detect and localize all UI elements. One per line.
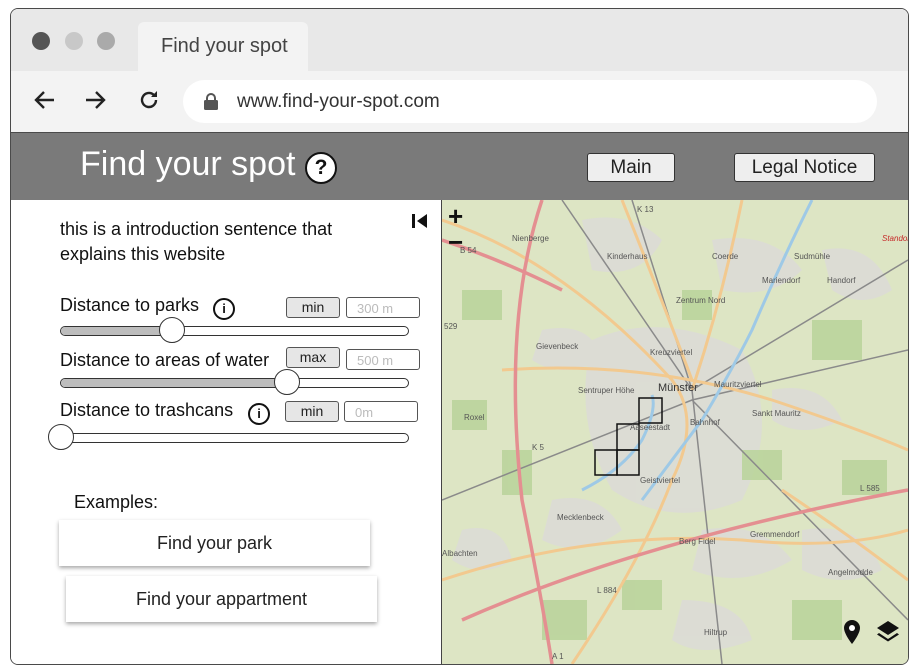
map-place-label: Gremmendorf (750, 530, 800, 539)
map-place-label: Mauritzviertel (714, 380, 762, 389)
browser-navbar: www.find-your-spot.com (11, 71, 908, 132)
filter-label: Distance to parks (60, 295, 200, 315)
map-place-label: Angelmodde (828, 568, 873, 577)
mode-toggle[interactable]: min (286, 297, 340, 318)
back-arrow-icon[interactable] (33, 88, 57, 116)
map-place-label: Albachten (442, 549, 478, 558)
example-appartment-button[interactable]: Find your appartment (66, 576, 377, 622)
main-nav-button[interactable]: Main (587, 153, 675, 182)
distance-input[interactable]: 0m (344, 401, 418, 422)
lock-icon (203, 93, 219, 116)
minimize-window-dot[interactable] (65, 32, 83, 50)
slider-thumb[interactable] (159, 317, 186, 343)
collapse-panel-icon[interactable] (411, 213, 429, 234)
slider-fill (61, 327, 173, 335)
map-place-label: Aaseestadt (630, 423, 671, 432)
site-header: Find your spot ? Main Legal Notice (11, 132, 908, 201)
map-place-label: Mecklenbeck (557, 513, 604, 522)
map-place-label: 529 (444, 322, 458, 331)
distance-input[interactable]: 300 m (346, 297, 420, 318)
example-park-button[interactable]: Find your park (59, 520, 370, 566)
close-window-dot[interactable] (32, 32, 50, 50)
info-icon[interactable]: i (213, 298, 235, 320)
map-place-label: Sankt Mauritz (752, 409, 801, 418)
tab-title: Find your spot (161, 35, 288, 57)
slider-track[interactable] (60, 326, 409, 336)
location-pin-icon[interactable] (844, 620, 860, 651)
browser-tab[interactable]: Find your spot (138, 22, 308, 71)
map-place-label: Nienberge (512, 234, 549, 243)
map-view[interactable]: K 13 Nienberge B 54 Kinderhaus Coerde Sudmühl… (442, 200, 908, 664)
map-place-label: Kreuzviertel (650, 348, 693, 357)
filter-label: Distance to trashcans (60, 400, 234, 420)
filter-label: Distance to areas of water (60, 350, 270, 370)
map-place-label: K 13 (637, 205, 654, 214)
slider-fill (61, 379, 287, 387)
map-place-label: Sudmühle (794, 252, 831, 261)
distance-input[interactable]: 500 m (346, 349, 420, 370)
examples-label: Examples: (74, 492, 159, 512)
mode-toggle[interactable]: min (285, 401, 339, 422)
forward-arrow-icon[interactable] (83, 88, 107, 116)
map-place-label: L 884 (597, 586, 617, 595)
mode-toggle[interactable]: max (286, 347, 340, 368)
info-icon[interactable]: i (248, 403, 270, 425)
slider-thumb[interactable] (48, 424, 74, 450)
map-place-label: A 1 (552, 652, 564, 661)
map-place-label: Geistviertel (640, 476, 681, 485)
layers-icon[interactable] (876, 620, 900, 651)
legal-notice-button[interactable]: Legal Notice (734, 153, 875, 182)
map-place-label: Handorf (827, 276, 856, 285)
site-title: Find your spot (80, 145, 296, 183)
slider-track[interactable] (60, 378, 409, 388)
zoom-out-button[interactable]: − (448, 229, 463, 255)
url-text[interactable]: www.find-your-spot.com (237, 91, 440, 113)
map-place-label: Bahnhof (690, 418, 720, 427)
browser-window: Find your spot www.find-your-spot.com Fi… (10, 8, 909, 665)
browser-titlebar: Find your spot (11, 9, 908, 71)
maximize-window-dot[interactable] (97, 32, 115, 50)
slider-thumb[interactable] (273, 369, 300, 395)
map-place-label: Kinderhaus (607, 252, 648, 261)
map-place-label: Sentruper Höhe (578, 386, 635, 395)
filter-panel: this is a introduction sentence that exp… (11, 200, 442, 664)
map-tiles (442, 200, 908, 664)
map-place-label: Zentrum Nord (676, 296, 726, 305)
help-icon[interactable]: ? (305, 152, 337, 184)
map-place-label: Münster (658, 382, 698, 394)
intro-text: this is a introduction sentence that exp… (60, 219, 333, 264)
slider-track[interactable] (60, 433, 409, 443)
map-place-label: K 5 (532, 443, 545, 452)
map-place-label: Standort (882, 234, 908, 243)
map-place-label: Gievenbeck (536, 342, 579, 351)
map-place-label: Hiltrup (704, 628, 728, 637)
map-place-label: Berg Fidel (679, 537, 716, 546)
reload-icon[interactable] (137, 88, 161, 116)
map-place-label: Mariendorf (762, 276, 801, 285)
address-bar[interactable]: www.find-your-spot.com (183, 80, 877, 123)
map-place-label: L 585 (860, 484, 880, 493)
zoom-in-button[interactable]: + (448, 203, 463, 229)
map-place-label: Roxel (464, 413, 485, 422)
map-place-label: Coerde (712, 252, 739, 261)
